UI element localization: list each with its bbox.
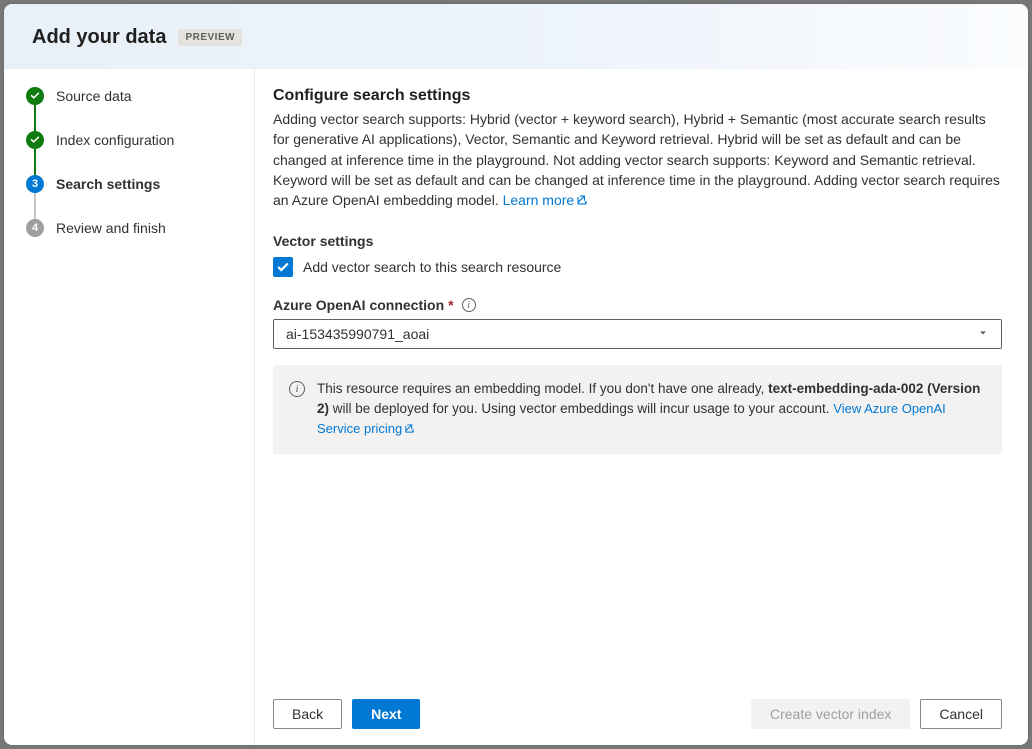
step-search-settings[interactable]: 3 Search settings [26, 175, 234, 219]
cancel-button[interactable]: Cancel [920, 699, 1002, 729]
step-source-data[interactable]: Source data [26, 87, 234, 131]
footer-right: Create vector index Cancel [751, 699, 1002, 729]
vector-settings-title: Vector settings [273, 233, 1002, 249]
modal-title: Add your data [32, 26, 166, 49]
step-connector [34, 193, 36, 221]
back-button[interactable]: Back [273, 699, 342, 729]
info-text: This resource requires an embedding mode… [317, 379, 986, 439]
connection-field-label: Azure OpenAI connection * i [273, 297, 1002, 313]
info-icon[interactable]: i [462, 298, 476, 312]
page-title: Configure search settings [273, 87, 1002, 105]
step-label: Review and finish [56, 220, 166, 236]
create-vector-index-button: Create vector index [751, 699, 910, 729]
chevron-down-icon [977, 326, 989, 342]
page-description: Adding vector search supports: Hybrid (v… [273, 109, 1002, 211]
step-review-and-finish[interactable]: 4 Review and finish [26, 219, 234, 237]
wizard-footer: Back Next Create vector index Cancel [273, 683, 1002, 729]
learn-more-link[interactable]: Learn more [503, 192, 589, 208]
step-number-icon: 3 [26, 175, 44, 193]
step-label: Index configuration [56, 132, 174, 148]
required-indicator: * [448, 297, 453, 313]
checkmark-icon [26, 131, 44, 149]
step-number-icon: 4 [26, 219, 44, 237]
add-vector-search-checkbox[interactable] [273, 257, 293, 277]
checkmark-icon [26, 87, 44, 105]
checkmark-icon [276, 260, 290, 274]
add-vector-search-checkbox-row: Add vector search to this search resourc… [273, 257, 1002, 277]
step-label: Source data [56, 88, 132, 104]
add-your-data-modal: Add your data PREVIEW Source data Index … [4, 4, 1028, 745]
footer-left: Back Next [273, 699, 420, 729]
next-button[interactable]: Next [352, 699, 420, 729]
modal-body: Source data Index configuration 3 Search… [4, 69, 1028, 745]
step-connector [34, 149, 36, 177]
step-index-configuration[interactable]: Index configuration [26, 131, 234, 175]
wizard-sidebar: Source data Index configuration 3 Search… [4, 69, 254, 745]
external-link-icon [404, 421, 415, 440]
step-label: Search settings [56, 176, 160, 192]
select-value: ai-153435990791_aoai [286, 326, 429, 342]
step-connector [34, 105, 36, 133]
content-main: Configure search settings Adding vector … [273, 87, 1002, 683]
preview-badge: PREVIEW [178, 29, 242, 46]
embedding-info-box: i This resource requires an embedding mo… [273, 365, 1002, 453]
external-link-icon [576, 191, 588, 211]
checkbox-label: Add vector search to this search resourc… [303, 259, 561, 275]
info-icon: i [289, 381, 305, 397]
modal-header: Add your data PREVIEW [4, 4, 1028, 69]
openai-connection-select[interactable]: ai-153435990791_aoai [273, 319, 1002, 349]
wizard-content: Configure search settings Adding vector … [254, 69, 1028, 745]
step-list: Source data Index configuration 3 Search… [26, 87, 234, 237]
